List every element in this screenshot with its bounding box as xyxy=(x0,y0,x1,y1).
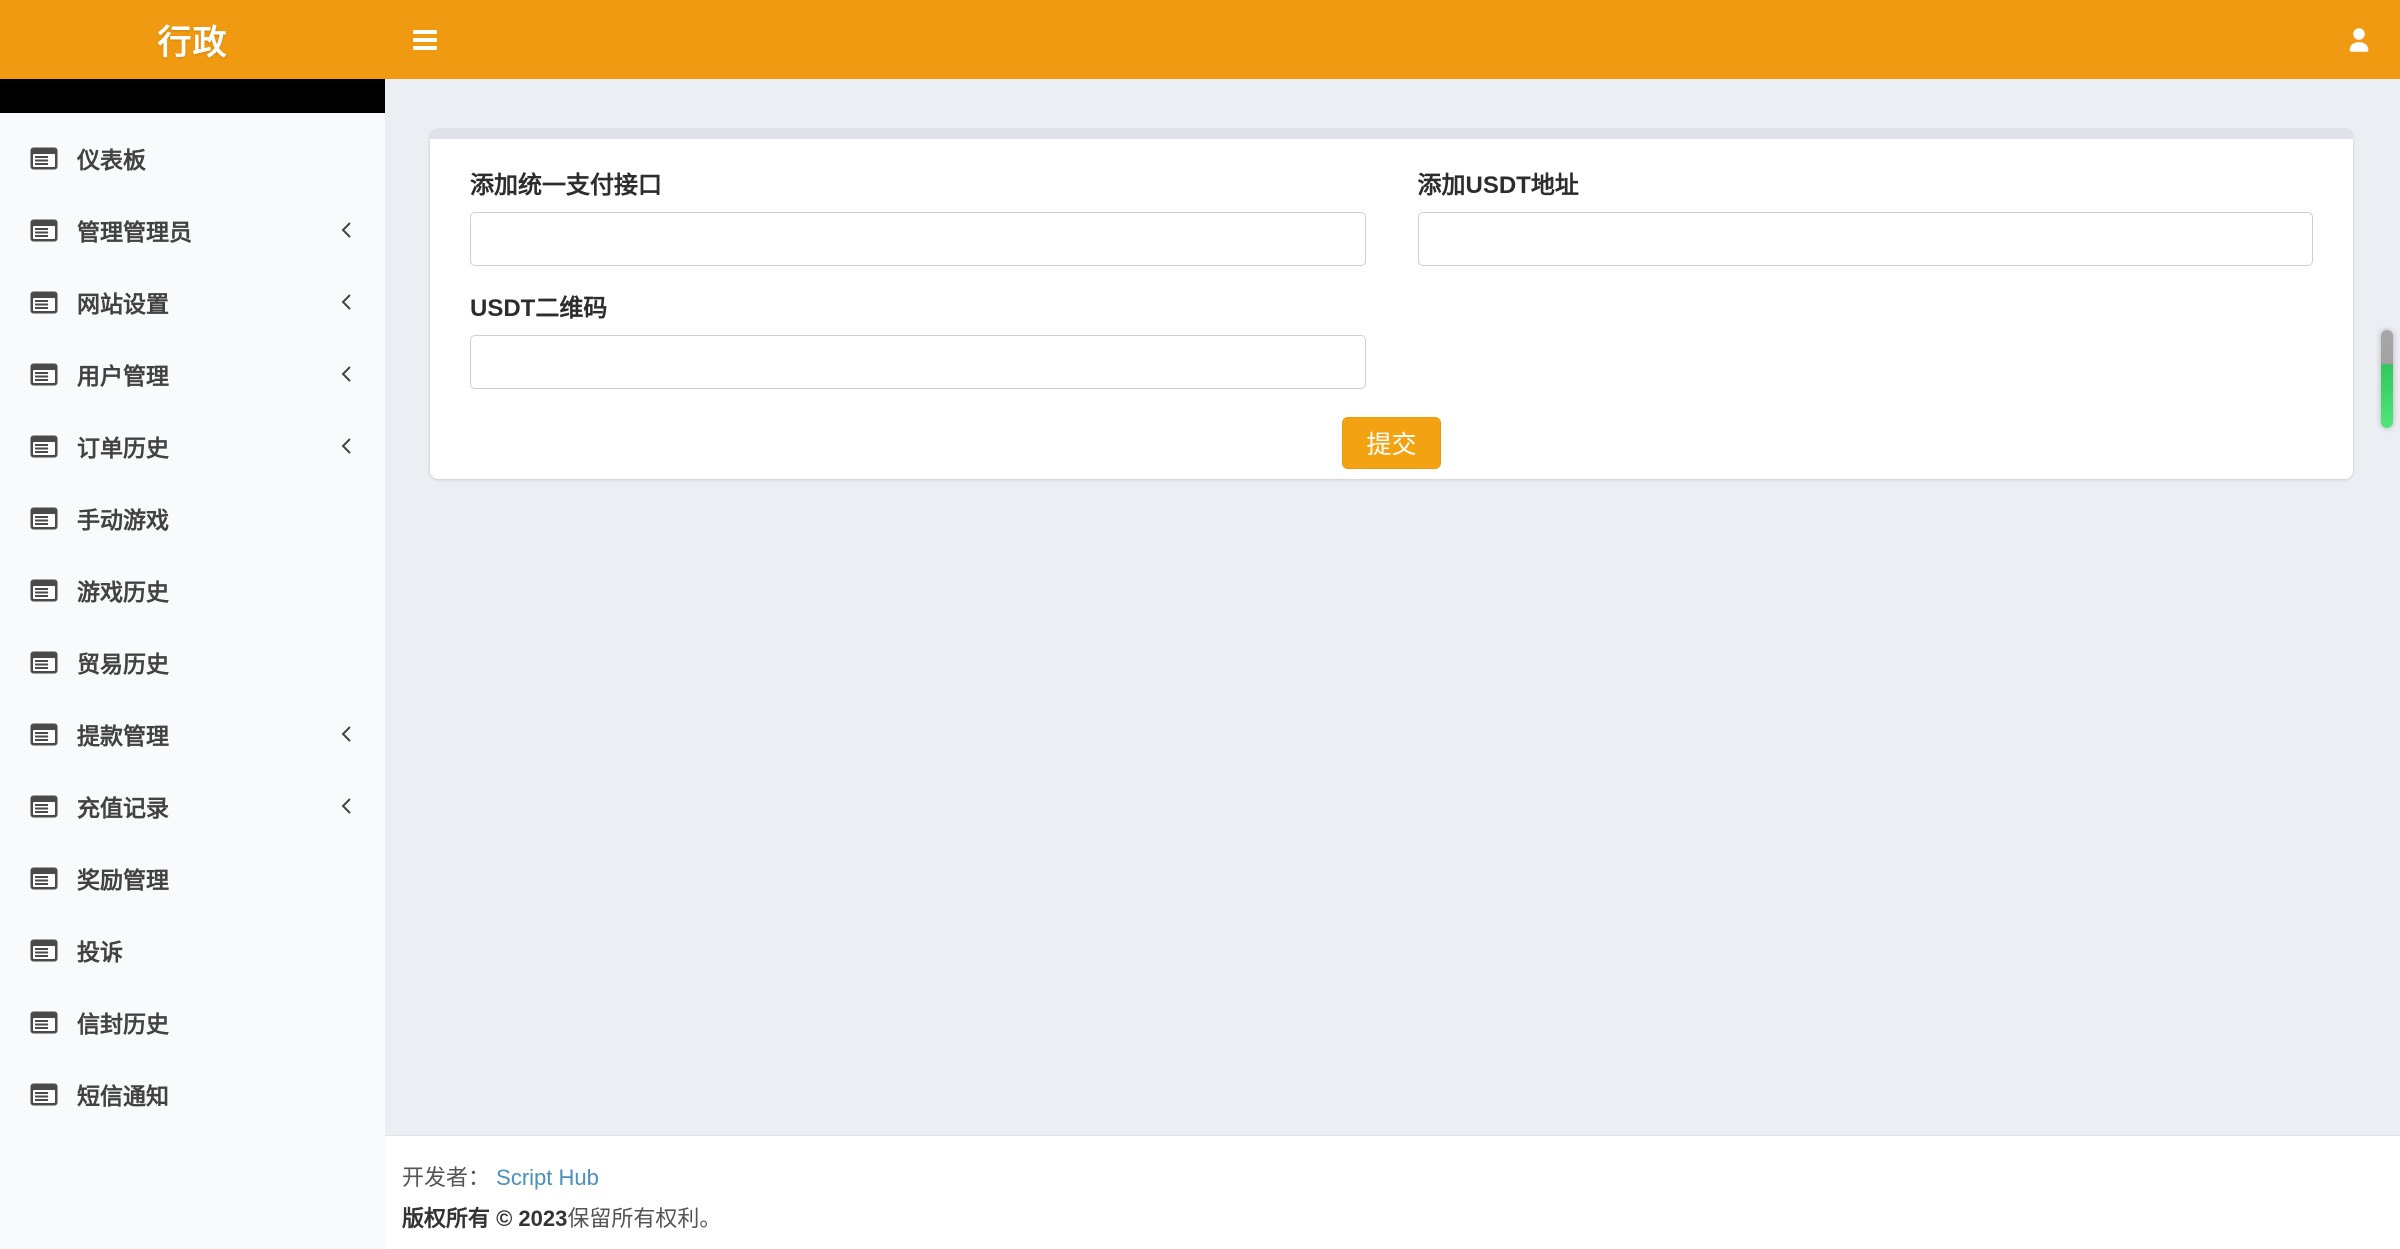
chevron-left-icon xyxy=(339,436,355,456)
scrollbar-indicator[interactable] xyxy=(2381,330,2393,428)
sidebar-toggle-button[interactable] xyxy=(402,17,448,63)
sidebar-item-label: 短信通知 xyxy=(77,1077,169,1111)
sidebar-item-trade-history[interactable]: 贸易历史 xyxy=(0,626,385,698)
usdt-address-label: 添加USDT地址 xyxy=(1418,165,2314,200)
sidebar-item-order-history[interactable]: 订单历史 xyxy=(0,410,385,482)
list-alt-icon xyxy=(30,291,58,314)
user-icon xyxy=(2344,25,2374,55)
copyright-rest-text: 保留所有权利。 xyxy=(567,1206,721,1231)
list-alt-icon xyxy=(30,795,58,818)
sidebar-item-complaints[interactable]: 投诉 xyxy=(0,914,385,986)
developer-link[interactable]: Script Hub xyxy=(496,1165,599,1190)
sidebar-item-sms-notifications[interactable]: 短信通知 xyxy=(0,1058,385,1130)
chevron-left-icon xyxy=(339,292,355,312)
payment-settings-card: 添加统一支付接口 添加USDT地址 USDT二维码 提 xyxy=(430,129,2353,479)
chevron-left-icon xyxy=(339,220,355,240)
list-alt-icon xyxy=(30,507,58,530)
content-area: 添加统一支付接口 添加USDT地址 USDT二维码 提 xyxy=(385,79,2400,1135)
usdt-qrcode-label: USDT二维码 xyxy=(470,288,1366,323)
usdt-qrcode-input[interactable] xyxy=(470,335,1366,389)
sidebar-item-label: 充值记录 xyxy=(77,789,169,823)
list-alt-icon xyxy=(30,1083,58,1106)
sidebar-item-label: 信封历史 xyxy=(77,1005,169,1039)
sidebar-item-manual-games[interactable]: 手动游戏 xyxy=(0,482,385,554)
sidebar-item-label: 提款管理 xyxy=(77,717,169,751)
sidebar-item-label: 管理管理员 xyxy=(77,213,192,247)
sidebar-menu: 仪表板 管理管理员 网站设置 用户管理 订单历史 xyxy=(0,113,385,1130)
list-alt-icon xyxy=(30,1011,58,1034)
chevron-left-icon xyxy=(339,724,355,744)
sidebar-item-dashboard[interactable]: 仪表板 xyxy=(0,122,385,194)
sidebar-item-label: 游戏历史 xyxy=(77,573,169,607)
sidebar-item-site-settings[interactable]: 网站设置 xyxy=(0,266,385,338)
list-alt-icon xyxy=(30,363,58,386)
sidebar-item-label: 网站设置 xyxy=(77,285,169,319)
developer-label: 开发者： xyxy=(402,1165,490,1190)
list-alt-icon xyxy=(30,651,58,674)
sidebar-item-recharge-records[interactable]: 充值记录 xyxy=(0,770,385,842)
list-alt-icon xyxy=(30,723,58,746)
list-alt-icon xyxy=(30,435,58,458)
submit-button[interactable]: 提交 xyxy=(1342,417,1440,469)
copyright-bold-text: 版权所有 © 2023 xyxy=(402,1206,567,1231)
sidebar-item-label: 仪表板 xyxy=(77,141,146,175)
brand-area[interactable]: 行政 xyxy=(0,15,385,64)
top-navbar: 行政 xyxy=(0,0,2400,79)
sidebar-item-label: 奖励管理 xyxy=(77,861,169,895)
chevron-left-icon xyxy=(339,364,355,384)
sidebar-item-label: 手动游戏 xyxy=(77,501,169,535)
sidebar-item-label: 订单历史 xyxy=(77,429,169,463)
sidebar-top-bar xyxy=(0,79,385,113)
sidebar-item-admin-management[interactable]: 管理管理员 xyxy=(0,194,385,266)
sidebar-item-withdrawal-management[interactable]: 提款管理 xyxy=(0,698,385,770)
sidebar-item-user-management[interactable]: 用户管理 xyxy=(0,338,385,410)
usdt-address-input[interactable] xyxy=(1418,212,2314,266)
unified-payment-api-input[interactable] xyxy=(470,212,1366,266)
list-alt-icon xyxy=(30,939,58,962)
sidebar-item-label: 用户管理 xyxy=(77,357,169,391)
hamburger-icon xyxy=(413,30,437,50)
sidebar-item-game-history[interactable]: 游戏历史 xyxy=(0,554,385,626)
list-alt-icon xyxy=(30,867,58,890)
user-menu-button[interactable] xyxy=(2336,17,2382,63)
list-alt-icon xyxy=(30,147,58,170)
app-title: 行政 xyxy=(158,15,228,64)
sidebar-item-envelope-history[interactable]: 信封历史 xyxy=(0,986,385,1058)
page-footer: 开发者： Script Hub 版权所有 © 2023保留所有权利。 xyxy=(385,1135,2400,1249)
chevron-left-icon xyxy=(339,796,355,816)
sidebar-item-reward-management[interactable]: 奖励管理 xyxy=(0,842,385,914)
list-alt-icon xyxy=(30,219,58,242)
list-alt-icon xyxy=(30,579,58,602)
sidebar-item-label: 贸易历史 xyxy=(77,645,169,679)
sidebar: 仪表板 管理管理员 网站设置 用户管理 订单历史 xyxy=(0,79,385,1249)
unified-payment-api-label: 添加统一支付接口 xyxy=(470,165,1366,200)
sidebar-item-label: 投诉 xyxy=(77,933,123,967)
